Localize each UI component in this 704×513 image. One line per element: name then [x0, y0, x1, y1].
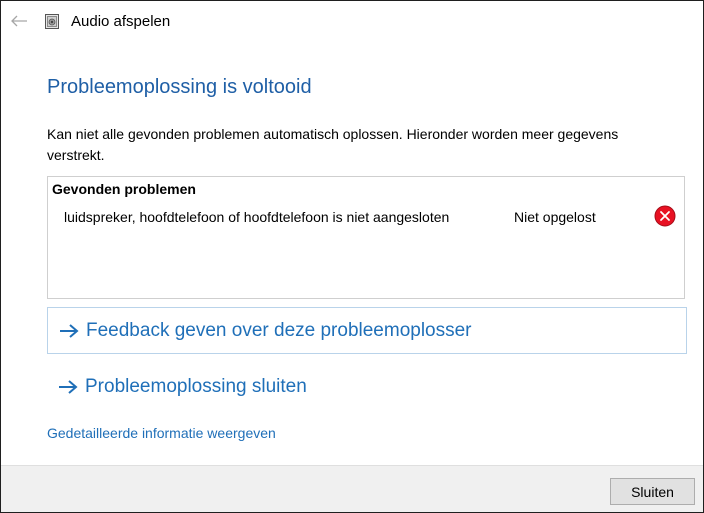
title-bar: Audio afspelen: [1, 1, 703, 41]
back-button[interactable]: [7, 9, 31, 33]
problem-status: Niet opgelost: [514, 209, 596, 225]
feedback-link-label: Feedback geven over deze probleemoplosse…: [86, 319, 472, 341]
window-title: Audio afspelen: [71, 13, 171, 30]
close-troubleshooter-link-label: Probleemoplossing sluiten: [85, 376, 307, 397]
result-description: Kan niet alle gevonden problemen automat…: [47, 126, 619, 163]
close-button[interactable]: Sluiten: [610, 478, 695, 505]
error-icon: [654, 205, 676, 227]
detailed-info-link[interactable]: Gedetailleerde informatie weergeven: [47, 425, 276, 441]
arrow-right-icon: [52, 321, 86, 341]
problem-description: luidspreker, hoofdtelefoon of hoofdtelef…: [64, 209, 450, 225]
close-troubleshooter-link[interactable]: Probleemoplossing sluiten: [47, 365, 307, 409]
feedback-link[interactable]: Feedback geven over deze probleemoplosse…: [47, 307, 687, 354]
page-heading: Probleemoplossing is voltooid: [47, 76, 312, 98]
arrow-left-icon: [11, 15, 27, 27]
found-problems-panel: Gevonden problemen luidspreker, hoofdtel…: [47, 176, 685, 299]
footer-bar: Sluiten: [1, 465, 703, 512]
arrow-right-icon: [51, 377, 85, 397]
speaker-app-icon: [45, 14, 59, 29]
troubleshooter-window: Audio afspelen Probleemoplossing is volt…: [0, 0, 704, 513]
found-problems-header: Gevonden problemen: [52, 181, 196, 197]
